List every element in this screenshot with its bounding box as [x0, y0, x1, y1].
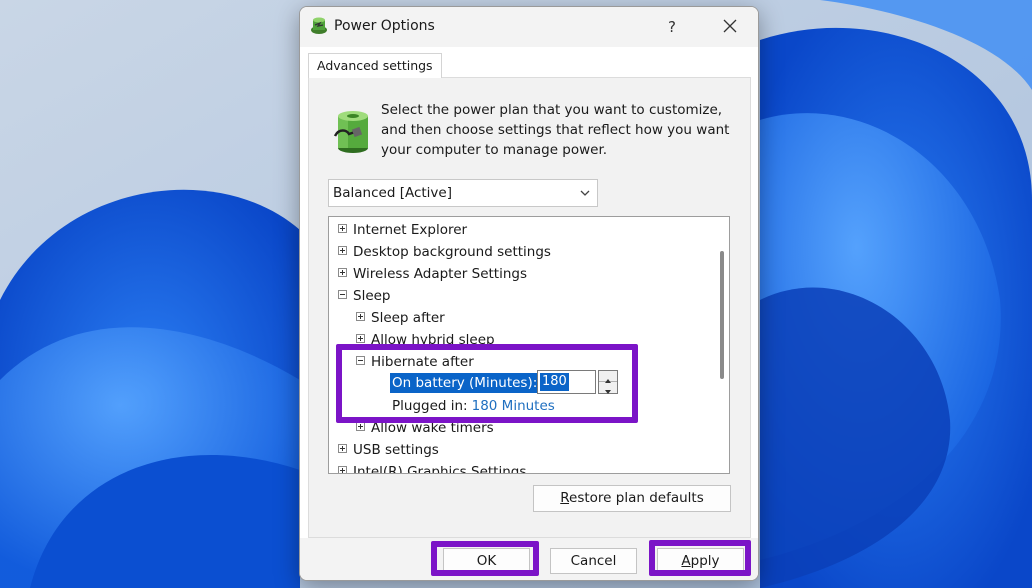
tab-advanced-settings[interactable]: Advanced settings — [308, 53, 442, 78]
battery-plan-icon — [333, 111, 368, 153]
restore-plan-defaults-button[interactable]: Restore plan defaults — [533, 485, 731, 512]
minutes-spinner[interactable] — [598, 370, 618, 394]
window-title: Power Options — [334, 18, 435, 34]
plugged-in-label: Plugged in: — [392, 398, 468, 414]
power-options-app-icon — [311, 17, 327, 34]
apply-label: Apply — [681, 553, 720, 569]
tree-item-allow-hybrid-sleep[interactable]: Allow hybrid sleep — [356, 329, 495, 351]
tree-scrollbar-thumb[interactable] — [720, 251, 724, 379]
power-options-dialog: Power Options ? Advanced settings Select… — [299, 6, 759, 581]
intro-text: Select the power plan that you want to c… — [381, 102, 730, 158]
tree-item-allow-wake-timers[interactable]: Allow wake timers — [356, 417, 494, 439]
tree-item-label: Wireless Adapter Settings — [353, 266, 527, 282]
power-settings-tree[interactable]: Internet Explorer Desktop background set… — [328, 216, 730, 474]
expand-icon[interactable] — [338, 466, 347, 473]
tree-item-label: Allow wake timers — [371, 420, 494, 436]
tree-item-sleep-after[interactable]: Sleep after — [356, 307, 445, 329]
spin-down-button[interactable] — [599, 382, 617, 394]
plugged-in-value-link[interactable]: 180 Minutes — [472, 398, 555, 414]
expand-icon[interactable] — [338, 224, 347, 233]
collapse-icon[interactable] — [338, 290, 347, 299]
collapse-icon[interactable] — [356, 356, 365, 365]
tree-item-label: Hibernate after — [371, 354, 474, 370]
tree-item-label: USB settings — [353, 442, 439, 458]
power-plan-value: Balanced [Active] — [333, 185, 452, 201]
tree-scrollbar[interactable] — [715, 217, 729, 473]
tree-item-usb-settings[interactable]: USB settings — [338, 439, 439, 461]
ok-button[interactable]: OK — [443, 548, 530, 574]
power-plan-select[interactable]: Balanced [Active] — [328, 179, 598, 207]
chevron-down-icon — [579, 180, 591, 215]
expand-icon[interactable] — [356, 422, 365, 431]
restore-plan-defaults-label: Restore plan defaults — [560, 490, 704, 506]
on-battery-minutes-input[interactable]: 180 — [537, 370, 596, 394]
tree-item-internet-explorer[interactable]: Internet Explorer — [338, 219, 467, 241]
apply-button[interactable]: Apply — [657, 548, 744, 574]
help-button[interactable]: ? — [656, 14, 688, 40]
advanced-settings-panel: Select the power plan that you want to c… — [308, 77, 751, 538]
expand-icon[interactable] — [338, 246, 347, 255]
tree-item-wireless-adapter[interactable]: Wireless Adapter Settings — [338, 263, 527, 285]
tree-item-label: Sleep after — [371, 310, 445, 326]
title-bar[interactable]: Power Options ? — [300, 7, 758, 47]
on-battery-minutes-value: 180 — [540, 373, 569, 391]
tree-item-label: Internet Explorer — [353, 222, 468, 238]
tree-item-sleep[interactable]: Sleep — [338, 285, 391, 307]
tree-item-label: Desktop background settings — [353, 244, 551, 260]
close-button[interactable] — [714, 14, 746, 40]
tree-item-desktop-background[interactable]: Desktop background settings — [338, 241, 551, 263]
tree-item-label: Sleep — [353, 288, 391, 304]
tree-item-label: Allow hybrid sleep — [371, 332, 495, 348]
on-battery-label[interactable]: On battery (Minutes): — [390, 373, 540, 393]
cancel-button[interactable]: Cancel — [550, 548, 637, 574]
expand-icon[interactable] — [338, 444, 347, 453]
tree-item-intel-graphics[interactable]: Intel(R) Graphics Settings — [338, 461, 527, 474]
spin-up-button[interactable] — [599, 371, 617, 383]
tree-item-hibernate-after[interactable]: Hibernate after — [356, 351, 474, 373]
expand-icon[interactable] — [338, 268, 347, 277]
triangle-down-icon — [605, 390, 611, 394]
expand-icon[interactable] — [356, 334, 365, 343]
plugged-in-row: Plugged in: 180 Minutes — [392, 395, 555, 417]
tree-item-label: Intel(R) Graphics Settings — [353, 464, 527, 474]
close-icon — [723, 19, 737, 33]
expand-icon[interactable] — [356, 312, 365, 321]
